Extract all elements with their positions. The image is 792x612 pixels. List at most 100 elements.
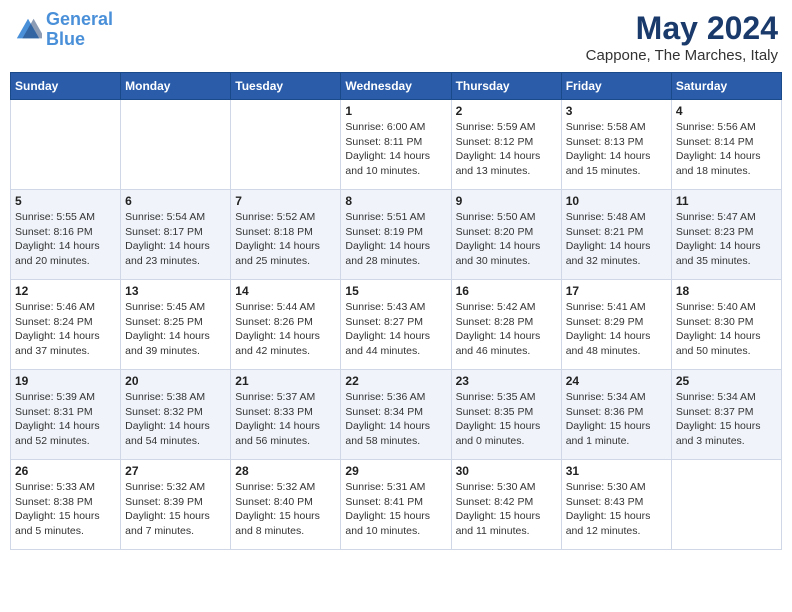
day-info: Sunrise: 5:36 AM Sunset: 8:34 PM Dayligh… (345, 390, 446, 449)
day-number: 2 (456, 104, 557, 118)
day-number: 22 (345, 374, 446, 388)
page-header: General Blue May 2024 Cappone, The March… (10, 10, 782, 64)
day-info: Sunrise: 5:58 AM Sunset: 8:13 PM Dayligh… (566, 120, 667, 179)
day-info: Sunrise: 5:39 AM Sunset: 8:31 PM Dayligh… (15, 390, 116, 449)
calendar-cell: 19 Sunrise: 5:39 AM Sunset: 8:31 PM Dayli… (11, 370, 121, 460)
day-number: 9 (456, 194, 557, 208)
calendar-cell: 24 Sunrise: 5:34 AM Sunset: 8:36 PM Dayli… (561, 370, 671, 460)
calendar-cell (231, 100, 341, 190)
day-info: Sunrise: 5:59 AM Sunset: 8:12 PM Dayligh… (456, 120, 557, 179)
day-number: 14 (235, 284, 336, 298)
day-number: 27 (125, 464, 226, 478)
calendar-cell: 3 Sunrise: 5:58 AM Sunset: 8:13 PM Daylig… (561, 100, 671, 190)
day-info: Sunrise: 5:32 AM Sunset: 8:40 PM Dayligh… (235, 480, 336, 539)
logo: General Blue (14, 10, 113, 50)
calendar-cell (11, 100, 121, 190)
day-number: 20 (125, 374, 226, 388)
calendar-cell: 1Sunrise: 6:00 AM Sunset: 8:11 PM Daylig… (341, 100, 451, 190)
calendar-cell: 30 Sunrise: 5:30 AM Sunset: 8:42 PM Dayli… (451, 460, 561, 550)
col-thursday: Thursday (451, 73, 561, 100)
day-number: 16 (456, 284, 557, 298)
calendar-cell: 25 Sunrise: 5:34 AM Sunset: 8:37 PM Dayli… (671, 370, 781, 460)
calendar-cell: 4 Sunrise: 5:56 AM Sunset: 8:14 PM Daylig… (671, 100, 781, 190)
day-number: 30 (456, 464, 557, 478)
col-friday: Friday (561, 73, 671, 100)
calendar-week-row: 26Sunrise: 5:33 AM Sunset: 8:38 PM Dayli… (11, 460, 782, 550)
calendar-cell: 18 Sunrise: 5:40 AM Sunset: 8:30 PM Dayli… (671, 280, 781, 370)
day-info: Sunrise: 5:35 AM Sunset: 8:35 PM Dayligh… (456, 390, 557, 449)
day-number: 8 (345, 194, 446, 208)
day-info: Sunrise: 5:51 AM Sunset: 8:19 PM Dayligh… (345, 210, 446, 269)
calendar-cell: 13 Sunrise: 5:45 AM Sunset: 8:25 PM Dayli… (121, 280, 231, 370)
day-info: Sunrise: 5:42 AM Sunset: 8:28 PM Dayligh… (456, 300, 557, 359)
day-info: Sunrise: 5:48 AM Sunset: 8:21 PM Dayligh… (566, 210, 667, 269)
day-info: Sunrise: 5:41 AM Sunset: 8:29 PM Dayligh… (566, 300, 667, 359)
calendar-cell: 27 Sunrise: 5:32 AM Sunset: 8:39 PM Dayli… (121, 460, 231, 550)
calendar-cell (671, 460, 781, 550)
day-info: Sunrise: 6:00 AM Sunset: 8:11 PM Dayligh… (345, 120, 446, 179)
day-info: Sunrise: 5:34 AM Sunset: 8:36 PM Dayligh… (566, 390, 667, 449)
day-info: Sunrise: 5:31 AM Sunset: 8:41 PM Dayligh… (345, 480, 446, 539)
day-number: 21 (235, 374, 336, 388)
calendar-cell: 14 Sunrise: 5:44 AM Sunset: 8:26 PM Dayli… (231, 280, 341, 370)
calendar-cell: 15 Sunrise: 5:43 AM Sunset: 8:27 PM Dayli… (341, 280, 451, 370)
day-info: Sunrise: 5:30 AM Sunset: 8:43 PM Dayligh… (566, 480, 667, 539)
calendar-cell: 21 Sunrise: 5:37 AM Sunset: 8:33 PM Dayli… (231, 370, 341, 460)
col-wednesday: Wednesday (341, 73, 451, 100)
calendar-body: 1Sunrise: 6:00 AM Sunset: 8:11 PM Daylig… (11, 100, 782, 550)
day-number: 25 (676, 374, 777, 388)
col-saturday: Saturday (671, 73, 781, 100)
calendar-cell: 9 Sunrise: 5:50 AM Sunset: 8:20 PM Daylig… (451, 190, 561, 280)
day-number: 3 (566, 104, 667, 118)
day-info: Sunrise: 5:40 AM Sunset: 8:30 PM Dayligh… (676, 300, 777, 359)
day-info: Sunrise: 5:54 AM Sunset: 8:17 PM Dayligh… (125, 210, 226, 269)
day-info: Sunrise: 5:38 AM Sunset: 8:32 PM Dayligh… (125, 390, 226, 449)
calendar-cell: 8 Sunrise: 5:51 AM Sunset: 8:19 PM Daylig… (341, 190, 451, 280)
day-number: 24 (566, 374, 667, 388)
calendar-cell: 17Sunrise: 5:41 AM Sunset: 8:29 PM Dayli… (561, 280, 671, 370)
day-number: 19 (15, 374, 116, 388)
calendar-cell: 28 Sunrise: 5:32 AM Sunset: 8:40 PM Dayli… (231, 460, 341, 550)
calendar-header: Sunday Monday Tuesday Wednesday Thursday… (11, 73, 782, 100)
calendar-week-row: 5 Sunrise: 5:55 AM Sunset: 8:16 PM Daylig… (11, 190, 782, 280)
day-info: Sunrise: 5:47 AM Sunset: 8:23 PM Dayligh… (676, 210, 777, 269)
day-info: Sunrise: 5:50 AM Sunset: 8:20 PM Dayligh… (456, 210, 557, 269)
day-info: Sunrise: 5:32 AM Sunset: 8:39 PM Dayligh… (125, 480, 226, 539)
calendar-cell: 6 Sunrise: 5:54 AM Sunset: 8:17 PM Daylig… (121, 190, 231, 280)
day-number: 28 (235, 464, 336, 478)
calendar-table: Sunday Monday Tuesday Wednesday Thursday… (10, 72, 782, 550)
day-number: 13 (125, 284, 226, 298)
calendar-cell: 16 Sunrise: 5:42 AM Sunset: 8:28 PM Dayli… (451, 280, 561, 370)
day-info: Sunrise: 5:45 AM Sunset: 8:25 PM Dayligh… (125, 300, 226, 359)
day-number: 29 (345, 464, 446, 478)
calendar-cell: 2 Sunrise: 5:59 AM Sunset: 8:12 PM Daylig… (451, 100, 561, 190)
calendar-cell: 5 Sunrise: 5:55 AM Sunset: 8:16 PM Daylig… (11, 190, 121, 280)
day-info: Sunrise: 5:30 AM Sunset: 8:42 PM Dayligh… (456, 480, 557, 539)
calendar-cell: 10Sunrise: 5:48 AM Sunset: 8:21 PM Dayli… (561, 190, 671, 280)
day-number: 4 (676, 104, 777, 118)
calendar-week-row: 12 Sunrise: 5:46 AM Sunset: 8:24 PM Dayli… (11, 280, 782, 370)
day-info: Sunrise: 5:44 AM Sunset: 8:26 PM Dayligh… (235, 300, 336, 359)
day-info: Sunrise: 5:46 AM Sunset: 8:24 PM Dayligh… (15, 300, 116, 359)
month-title: May 2024 (586, 10, 778, 47)
calendar-cell: 12 Sunrise: 5:46 AM Sunset: 8:24 PM Dayli… (11, 280, 121, 370)
day-number: 11 (676, 194, 777, 208)
day-info: Sunrise: 5:55 AM Sunset: 8:16 PM Dayligh… (15, 210, 116, 269)
title-block: May 2024 Cappone, The Marches, Italy (586, 10, 778, 64)
calendar-cell: 31Sunrise: 5:30 AM Sunset: 8:43 PM Dayli… (561, 460, 671, 550)
calendar-week-row: 19 Sunrise: 5:39 AM Sunset: 8:31 PM Dayli… (11, 370, 782, 460)
day-number: 26 (15, 464, 116, 478)
day-number: 23 (456, 374, 557, 388)
day-info: Sunrise: 5:34 AM Sunset: 8:37 PM Dayligh… (676, 390, 777, 449)
day-number: 5 (15, 194, 116, 208)
day-number: 18 (676, 284, 777, 298)
day-number: 12 (15, 284, 116, 298)
weekday-row: Sunday Monday Tuesday Wednesday Thursday… (11, 73, 782, 100)
day-info: Sunrise: 5:56 AM Sunset: 8:14 PM Dayligh… (676, 120, 777, 179)
col-sunday: Sunday (11, 73, 121, 100)
calendar-cell: 26Sunrise: 5:33 AM Sunset: 8:38 PM Dayli… (11, 460, 121, 550)
day-info: Sunrise: 5:43 AM Sunset: 8:27 PM Dayligh… (345, 300, 446, 359)
day-number: 15 (345, 284, 446, 298)
day-number: 6 (125, 194, 226, 208)
day-info: Sunrise: 5:37 AM Sunset: 8:33 PM Dayligh… (235, 390, 336, 449)
